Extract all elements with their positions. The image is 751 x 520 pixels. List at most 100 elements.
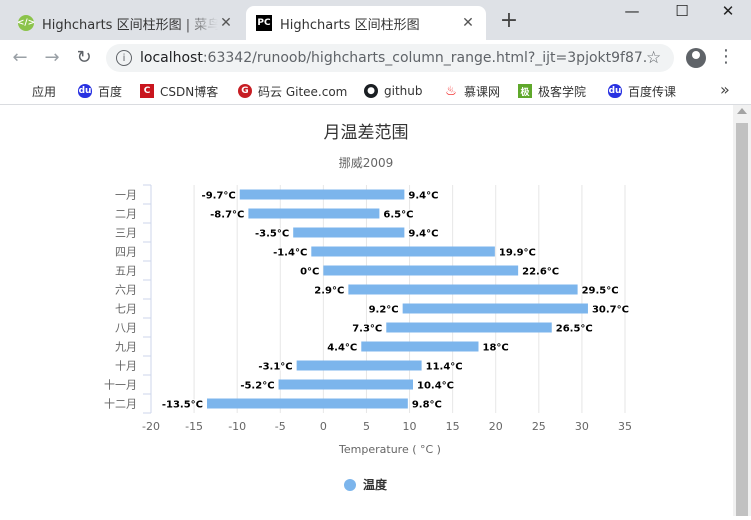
low-value-label: 2.9°C [314,286,344,297]
info-icon[interactable]: i [116,50,132,66]
bookmark-label: 慕课网 [464,84,501,99]
tab-bar: </> Highcharts 区间柱形图 | 菜鸟教程 ✕ PC Highcha… [0,0,751,40]
bookmark-baidu-chuanke[interactable]: du 百度传课 [608,82,676,100]
pycharm-favicon-icon: PC [256,15,272,31]
bookmark-star-icon[interactable]: ☆ [646,48,666,68]
high-value-label: 22.6°C [522,267,559,278]
bookmark-gitee[interactable]: G 码云 Gitee.com [238,82,347,100]
tab-highcharts[interactable]: PC Highcharts 区间柱形图 ✕ [246,6,486,40]
x-tick-label: -10 [228,420,246,433]
close-window-button[interactable]: ✕ [716,2,740,20]
category-label: 二月 [115,208,137,221]
high-value-label: 6.5°C [383,210,413,221]
legend[interactable]: 温度 [344,477,388,492]
low-value-label: 4.4°C [327,343,357,354]
url-text[interactable]: localhost:63342/runoob/highcharts_column… [140,50,646,66]
low-value-label: -13.5°C [162,400,203,411]
x-tick-label: 15 [446,420,460,433]
range-bar[interactable] [207,398,408,409]
bookmark-label: 应用 [32,84,57,99]
low-value-label: 9.2°C [369,305,399,316]
data-labels: -9.7°C 9.4°C -8.7°C 6.5°C -3.5°C 9.4°C -1.4°C 1… [161,190,630,412]
high-value-label: 9.4°C [408,191,438,202]
range-bar[interactable] [402,303,588,314]
bookmarks-more-icon[interactable]: » [720,80,730,99]
maximize-button[interactable]: ☐ [670,2,694,20]
new-tab-button[interactable]: + [497,10,521,32]
forward-arrow-icon[interactable]: → [40,46,64,70]
back-arrow-icon[interactable]: ← [8,46,32,70]
apps-icon [12,84,26,98]
range-bar[interactable] [296,360,422,371]
category-label: 十一月 [104,378,137,392]
scrollbar-thumb[interactable] [736,123,748,516]
category-label: 三月 [115,227,137,240]
series-bars[interactable] [207,189,588,409]
high-value-label: 26.5°C [556,324,593,335]
legend-item-label[interactable]: 温度 [363,477,388,492]
range-bar[interactable] [386,322,552,333]
bookmark-csdn[interactable]: C CSDN博客 [140,82,218,100]
url-host: localhost [140,50,203,66]
reload-icon[interactable]: ↻ [72,46,96,70]
category-label: 十二月 [104,397,137,411]
low-value-label: 0°C [300,267,319,278]
category-label: 八月 [115,322,137,335]
x-tick-label: -15 [185,420,203,433]
range-bar[interactable] [311,246,495,257]
more-menu-icon[interactable]: ⋮ [716,46,736,67]
x-tick-label: 30 [575,420,589,433]
x-tick-label: -20 [142,420,160,433]
high-value-label: 30.7°C [592,305,629,316]
bookmarks-bar: 应用 du 百度 C CSDN博客 G 码云 Gitee.com ● githu… [0,76,751,105]
mooc-flame-icon: ♨ [445,83,457,99]
x-tick-label: 25 [532,420,546,433]
high-value-label: 19.9°C [499,248,536,259]
bookmark-label: 百度传课 [628,84,677,99]
range-bar[interactable] [293,227,405,238]
tab-title: Highcharts 区间柱形图 [280,17,420,33]
csdn-icon: C [140,84,154,98]
address-bar[interactable]: i localhost:63342/runoob/highcharts_colu… [106,44,674,72]
range-bar[interactable] [348,284,578,295]
account-avatar-icon[interactable] [686,48,706,68]
scroll-up-arrow-icon[interactable] [737,108,747,114]
range-bar[interactable] [278,379,413,390]
range-bar[interactable] [361,341,479,352]
tab-title: Highcharts 区间柱形图 | 菜鸟教程 [42,17,218,33]
bookmark-jikexueyuan[interactable]: 极 极客学院 [518,82,586,100]
x-tick-label: 10 [403,420,417,433]
high-value-label: 9.4°C [408,229,438,240]
range-bar[interactable] [239,189,405,200]
chart-title: 月温差范围 [324,123,409,143]
high-value-label: 29.5°C [582,286,619,297]
x-tick-label: 35 [618,420,632,433]
range-bar[interactable] [323,265,519,276]
bookmark-github[interactable]: ● github [364,82,422,100]
category-label: 四月 [115,246,137,259]
close-tab-icon[interactable]: ✕ [218,15,234,31]
page-scrollbar[interactable] [733,105,751,516]
page-content: 月温差范围 挪威2009 一月 二月 三月 四月 五月 六月 七月 八月 九月 十月 十一月 十二月 … [0,105,751,516]
tab-runoob[interactable]: </> Highcharts 区间柱形图 | 菜鸟教程 ✕ [8,6,244,40]
x-tick-label: 5 [363,420,370,433]
runoob-favicon-icon: </> [17,15,35,31]
low-value-label: -9.7°C [202,191,236,202]
bookmark-apps[interactable]: 应用 [12,82,56,100]
minimize-button[interactable]: — [620,2,644,20]
range-bar[interactable] [248,208,380,219]
bookmark-baidu[interactable]: du 百度 [78,82,122,100]
category-label: 一月 [115,189,137,202]
bookmark-mooc[interactable]: ♨ 慕课网 [444,82,500,100]
close-tab-icon[interactable]: ✕ [460,15,476,31]
axis-title: Temperature ( °C ) [338,443,441,456]
bookmark-label: 码云 Gitee.com [258,84,348,99]
high-value-label: 9.8°C [412,400,442,411]
baidu-paw-icon: du [78,84,92,98]
baidu-paw-icon: du [608,84,622,98]
github-icon: ● [364,84,378,98]
value-axis: -20 -15 -10 -5 0 5 10 15 20 25 30 35 [142,420,632,433]
bookmark-label: 极客学院 [538,84,587,99]
x-tick-label: -5 [275,420,286,433]
category-label: 七月 [115,303,137,316]
